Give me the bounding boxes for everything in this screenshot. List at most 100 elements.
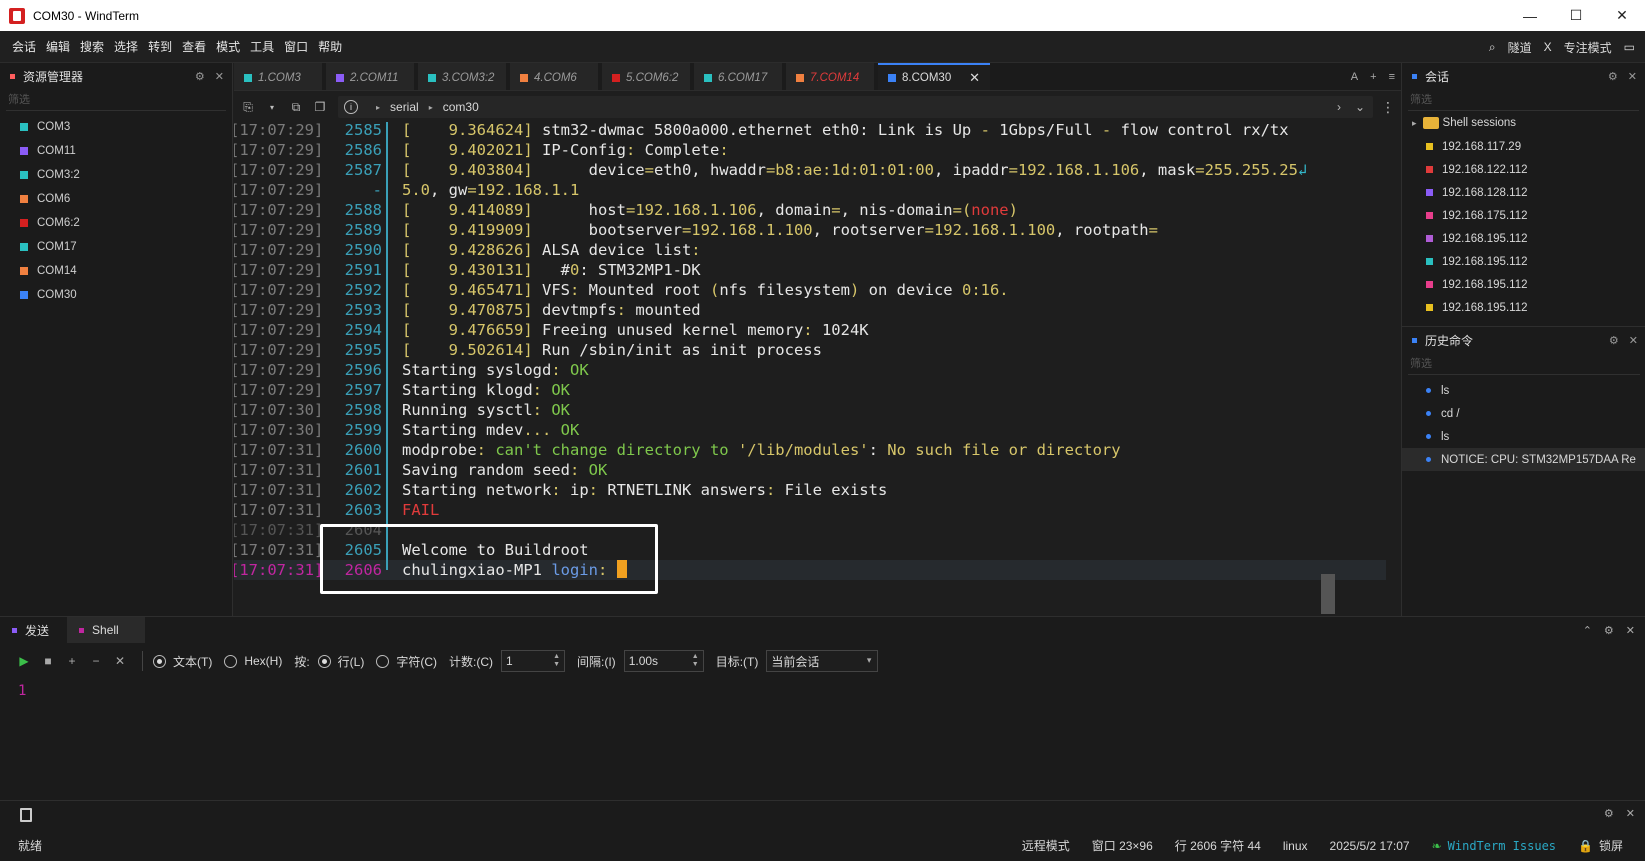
document-icon[interactable]: [20, 808, 32, 822]
new-tab-button[interactable]: +: [1370, 71, 1376, 83]
copy-icon[interactable]: ❐: [310, 100, 330, 114]
focus-mode-button[interactable]: 专注模式: [1564, 39, 1612, 56]
tab-list-icon[interactable]: ≡: [1389, 71, 1395, 83]
tab-2-com11[interactable]: 2.COM11: [326, 63, 414, 90]
session-item[interactable]: 192.168.117.29: [1402, 135, 1645, 158]
collapse-icon[interactable]: ⌃: [1583, 624, 1592, 637]
menu-view[interactable]: 查看: [182, 38, 206, 55]
add-icon[interactable]: +: [60, 654, 84, 668]
session-item[interactable]: 192.168.122.112: [1402, 158, 1645, 181]
history-item[interactable]: cd /: [1402, 402, 1645, 425]
shell-sessions-folder[interactable]: ▸ Shell sessions: [1402, 111, 1645, 135]
menu-help[interactable]: 帮助: [318, 38, 342, 55]
new-session-icon[interactable]: ⎘: [238, 100, 258, 115]
tab-6-com17[interactable]: 6.COM17: [694, 63, 782, 90]
interval-stepper[interactable]: 1.00s ▲ ▼: [623, 650, 704, 672]
stepper-arrows-icon[interactable]: ▲ ▼: [692, 653, 699, 669]
history-filter-input[interactable]: 筛选: [1408, 353, 1640, 375]
dropdown-icon[interactable]: ▾: [262, 103, 282, 112]
terminal-scroll-thumb[interactable]: [1321, 574, 1335, 614]
menu-select[interactable]: 选择: [114, 38, 138, 55]
lock-screen-button[interactable]: 🔒 锁屏: [1578, 837, 1623, 854]
breadcrumb-serial[interactable]: serial: [390, 100, 419, 114]
char-radio[interactable]: 字符(C): [376, 653, 437, 670]
more-icon[interactable]: ⋮: [1381, 99, 1395, 116]
menu-window[interactable]: 窗口: [284, 38, 308, 55]
explorer-item-com17[interactable]: COM17: [0, 235, 232, 259]
menu-edit[interactable]: 编辑: [46, 38, 70, 55]
text-radio[interactable]: 文本(T): [153, 653, 212, 670]
stop-icon[interactable]: ■: [36, 654, 60, 668]
menu-goto[interactable]: 转到: [148, 38, 172, 55]
menu-mode[interactable]: 模式: [216, 38, 240, 55]
explorer-dot-icon: [10, 73, 15, 79]
explorer-item-com6-2[interactable]: COM6:2: [0, 211, 232, 235]
gear-icon[interactable]: ⚙: [1604, 624, 1614, 637]
menu-session[interactable]: 会话: [12, 38, 36, 55]
tab-5-com6-2[interactable]: 5.COM6:2: [602, 63, 690, 90]
gear-icon[interactable]: ⚙: [195, 70, 205, 83]
gear-icon[interactable]: ⚙: [1604, 807, 1614, 820]
close-icon[interactable]: ✕: [1626, 624, 1635, 637]
remove-icon[interactable]: −: [84, 654, 108, 668]
explorer-item-com14[interactable]: COM14: [0, 259, 232, 283]
info-icon[interactable]: i: [344, 100, 358, 114]
session-item[interactable]: 192.168.195.112: [1402, 296, 1645, 319]
close-icon[interactable]: ✕: [1626, 807, 1635, 820]
gear-icon[interactable]: ⚙: [1609, 334, 1619, 347]
gear-icon[interactable]: ⚙: [1608, 70, 1618, 83]
tab-shell[interactable]: Shell: [67, 617, 146, 643]
tab-3-com3-2[interactable]: 3.COM3:2: [418, 63, 506, 90]
menu-tools[interactable]: 工具: [250, 38, 274, 55]
explorer-item-com3-2[interactable]: COM3:2: [0, 163, 232, 187]
session-item[interactable]: 192.168.195.112: [1402, 227, 1645, 250]
target-select[interactable]: 当前会话 ▾: [766, 650, 879, 672]
send-editor[interactable]: 1: [0, 677, 1645, 801]
close-window-button[interactable]: ✕: [1599, 0, 1645, 31]
breadcrumb-com30[interactable]: com30: [443, 100, 479, 114]
close-icon[interactable]: ✕: [1628, 70, 1637, 83]
history-item[interactable]: ls: [1402, 379, 1645, 402]
tab-1-com3[interactable]: 1.COM3: [234, 63, 322, 90]
stepper-arrows-icon[interactable]: ▲ ▼: [553, 653, 560, 669]
session-item[interactable]: 192.168.195.112: [1402, 273, 1645, 296]
hex-radio[interactable]: Hex(H): [224, 654, 282, 668]
explorer-filter-input[interactable]: 筛选: [6, 89, 226, 111]
sessions-filter-input[interactable]: 筛选: [1408, 89, 1639, 111]
chevron-down-icon[interactable]: ⌄: [1355, 100, 1365, 114]
explorer-item-com3[interactable]: COM3: [0, 115, 232, 139]
minimize-button[interactable]: —: [1507, 0, 1553, 31]
close-icon[interactable]: ✕: [955, 70, 980, 86]
session-item[interactable]: 192.168.128.112: [1402, 181, 1645, 204]
tab-8-com30[interactable]: 8.COM30 ✕: [878, 63, 990, 90]
explorer-item-com11[interactable]: COM11: [0, 139, 232, 163]
session-item[interactable]: 192.168.195.112: [1402, 250, 1645, 273]
tab-7-com14[interactable]: 7.COM14: [786, 63, 874, 90]
line-radio[interactable]: 行(L): [317, 653, 364, 670]
tab-4-com6[interactable]: 4.COM6: [510, 63, 598, 90]
play-icon[interactable]: ▶: [12, 654, 36, 668]
clear-icon[interactable]: ✕: [108, 654, 132, 668]
x-icon[interactable]: X: [1544, 40, 1552, 54]
font-icon[interactable]: A: [1351, 71, 1358, 83]
address-bar[interactable]: i ▸ serial ▸ com30 › ⌄: [338, 96, 1373, 118]
close-icon[interactable]: ✕: [215, 70, 224, 83]
terminal-scrollbar[interactable]: [1387, 122, 1401, 616]
menu-search[interactable]: 搜索: [80, 38, 104, 55]
layout-icon[interactable]: ▭: [1624, 40, 1635, 54]
close-icon[interactable]: ✕: [1629, 334, 1638, 347]
session-item[interactable]: 192.168.175.112: [1402, 204, 1645, 227]
windterm-issues-link[interactable]: ❧ WindTerm Issues: [1432, 839, 1556, 853]
history-item[interactable]: ls: [1402, 425, 1645, 448]
history-item[interactable]: NOTICE: CPU: STM32MP157DAA Re: [1402, 448, 1645, 471]
tunnel-button[interactable]: 隧道: [1508, 39, 1532, 56]
count-stepper[interactable]: 1 ▲ ▼: [501, 650, 566, 672]
chevron-right-icon[interactable]: ›: [1337, 100, 1341, 114]
tab-send[interactable]: 发送: [0, 617, 61, 643]
duplicate-icon[interactable]: ⧉: [286, 100, 306, 115]
search-icon[interactable]: ⌕: [1489, 40, 1496, 55]
explorer-item-com6[interactable]: COM6: [0, 187, 232, 211]
status-remote-mode[interactable]: 远程模式: [1022, 837, 1070, 854]
maximize-button[interactable]: ☐: [1553, 0, 1599, 31]
explorer-item-com30[interactable]: COM30: [0, 283, 232, 307]
